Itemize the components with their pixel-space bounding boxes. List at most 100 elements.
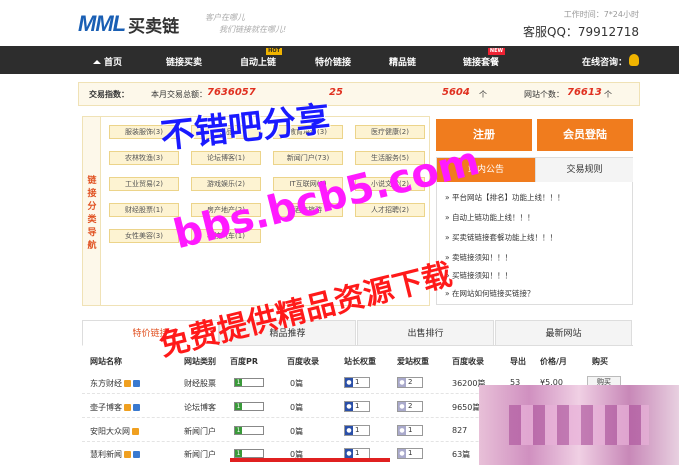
site-count-label: 网站个数：	[524, 90, 564, 99]
site-name[interactable]: 慧利新闻	[90, 449, 140, 460]
paw-icon: ●	[345, 426, 353, 435]
notice-item[interactable]: » 买卖链链接套餐功能上线！！！	[445, 232, 557, 243]
th-pr: 百度PR	[230, 357, 259, 366]
nav-premium-link[interactable]: 精品链	[389, 55, 416, 68]
category-chip[interactable]: 酒店旅游	[273, 203, 343, 217]
pr-bar: 1	[234, 378, 264, 387]
notice-item[interactable]: » 卖链接须知！！！	[445, 252, 512, 263]
category-chip[interactable]: 财经股票(1)	[109, 203, 179, 217]
indexed-count: 827	[452, 426, 468, 435]
slogan: 客户在哪儿 我们链接就在哪儿!	[205, 12, 286, 36]
tab-announcements[interactable]: 站内公告	[437, 158, 535, 182]
category-chip[interactable]: 游戏娱乐(2)	[191, 177, 261, 191]
category-chip[interactable]: IT互联网(1)	[273, 177, 343, 191]
category-side-text: 链接分类导航	[87, 176, 97, 251]
slogan-line2: 我们链接就在哪儿!	[219, 25, 287, 34]
site-header: MML 买卖链 客户在哪儿 我们链接就在哪儿! 工作时间：7*24小时 客服QQ…	[0, 0, 679, 46]
category-chip[interactable]: 工业贸易(2)	[109, 177, 179, 191]
site-name[interactable]: 东方财经	[90, 378, 140, 389]
verified-icon	[124, 451, 131, 458]
register-button[interactable]: 注册	[436, 119, 532, 151]
nav-link-package[interactable]: 链接套餐 NEW	[463, 48, 506, 68]
stats-label: 交易指数：	[89, 90, 129, 99]
slogan-line1: 客户在哪儿	[205, 13, 245, 22]
verified-icon	[132, 428, 139, 435]
notice-item[interactable]: » 买链接须知！！！	[445, 270, 512, 281]
site-category: 论坛博客	[184, 403, 216, 412]
site-count-value: 76613	[567, 87, 602, 98]
pr-value: 1	[235, 450, 242, 457]
th-site-name: 网站名称	[90, 357, 122, 366]
notice-item[interactable]: » 自动上链功能上线！！！	[445, 212, 534, 223]
home-icon	[93, 60, 101, 64]
weight2-box: ● 2	[397, 401, 423, 412]
category-chip[interactable]: 教育培训(3)	[273, 125, 343, 139]
info-icon	[133, 380, 140, 387]
category-chip[interactable]: 农林牧渔(3)	[109, 151, 179, 165]
category-chip[interactable]: 论坛博客(1)	[191, 151, 261, 165]
category-chip[interactable]: 医疗健康(2)	[355, 125, 425, 139]
table-header: 网站名称 网站类别 百度PR 百度收录 站长权重 爱站权重 百度收录 导出 价格…	[82, 350, 633, 370]
record-count: 0篇	[290, 403, 304, 412]
site-logo[interactable]: MML 买卖链	[78, 10, 179, 38]
red-underline	[230, 458, 390, 462]
mid-value: 25	[329, 87, 343, 98]
tab-premium[interactable]: 精品推荐	[219, 320, 356, 346]
info-icon	[133, 404, 140, 411]
notice-item[interactable]: » 平台网站【排名】功能上线！！！	[445, 192, 564, 203]
paw-icon: ●	[398, 449, 406, 458]
logo-mark: MML	[78, 11, 126, 36]
category-chip[interactable]: 房产地产(2)	[191, 203, 261, 217]
pr-value: 1	[235, 379, 242, 386]
paw-icon: ●	[345, 402, 353, 411]
qq-icon[interactable]	[629, 54, 639, 66]
nav-auto-link[interactable]: 自动上链 HOT	[240, 48, 283, 68]
tab-sales-ranking[interactable]: 出售排行	[357, 320, 494, 346]
pr-bar: 1	[234, 449, 264, 458]
login-button[interactable]: 会员登陆	[537, 119, 633, 151]
weight1-box: ● 1	[344, 425, 370, 436]
paw-icon: ●	[398, 378, 406, 387]
info-icon	[133, 451, 140, 458]
category-chip[interactable]: 女性美容(3)	[109, 229, 179, 243]
category-chip[interactable]: 食品	[191, 125, 261, 139]
tab-trade-rules[interactable]: 交易规则	[535, 158, 633, 182]
notice-panel: 站内公告 交易规则 » 平台网站【排名】功能上线！！！ » 自动上链功能上线！！…	[436, 157, 633, 305]
logo-text: 买卖链	[128, 16, 180, 37]
site-name[interactable]: 壶子博客	[90, 402, 140, 413]
th-category: 网站类别	[184, 357, 216, 366]
site-category: 新闻门户	[184, 427, 216, 436]
site-category: 财经股票	[184, 379, 216, 388]
nav-home[interactable]: 首页	[93, 55, 122, 68]
trade-total-label: 本月交易总额：	[151, 90, 207, 99]
service-qq: 客服QQ：79912718	[523, 25, 639, 39]
site-count-unit: 个	[604, 90, 612, 99]
th-indexed: 百度收录	[452, 357, 484, 366]
indexed-count: 63篇	[452, 450, 471, 459]
pr-value: 1	[235, 427, 242, 434]
trade-stats-bar: 交易指数： 本月交易总额： 7636057 25 5604 个 网站个数： 76…	[78, 82, 640, 106]
verified-icon	[124, 404, 131, 411]
notice-item[interactable]: » 在网站如何链接买链接？	[445, 288, 534, 299]
nav-special-link[interactable]: 特价链接	[315, 55, 351, 68]
pixelated-overlay	[479, 385, 679, 465]
hot-badge: HOT	[266, 48, 283, 55]
category-chip[interactable]: 小说文学(2)	[355, 177, 425, 191]
online-consult[interactable]: 在线咨询：	[582, 55, 627, 68]
trade-total-value: 7636057	[207, 87, 256, 98]
pr-value: 1	[235, 403, 242, 410]
paw-icon: ●	[345, 378, 353, 387]
record-count: 0篇	[290, 379, 304, 388]
tab-special[interactable]: 特价链接	[82, 320, 219, 346]
category-chip[interactable]: 服装服饰(3)	[109, 125, 179, 139]
category-chip[interactable]: 科技汽车(1)	[191, 229, 261, 243]
category-chip[interactable]: 新闻门户(73)	[273, 151, 343, 165]
pr-bar: 1	[234, 402, 264, 411]
site-name[interactable]: 安阳大众网	[90, 426, 139, 437]
nav-link-trade[interactable]: 链接买卖	[166, 55, 202, 68]
main-nav: 首页 链接买卖 自动上链 HOT 特价链接 精品链 链接套餐 NEW 在线咨询：	[0, 46, 679, 74]
category-chip[interactable]: 人才招聘(2)	[355, 203, 425, 217]
tab-new-sites[interactable]: 最新网站	[495, 320, 632, 346]
link-count-value: 5604	[442, 87, 470, 98]
category-chip[interactable]: 生活服务(5)	[355, 151, 425, 165]
